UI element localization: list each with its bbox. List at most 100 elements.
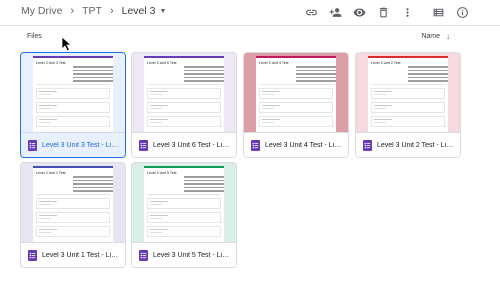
- file-name[interactable]: Level 3 Unit 6 Test - Liste...: [153, 142, 231, 149]
- divider: [371, 83, 445, 85]
- file-card-footer[interactable]: Level 3 Unit 3 Test - Liste...: [21, 132, 125, 157]
- breadcrumb-tpt[interactable]: TPT: [82, 5, 102, 17]
- details-button[interactable]: [451, 4, 474, 21]
- more-actions-button[interactable]: [396, 4, 419, 21]
- list-view-button[interactable]: [427, 4, 450, 21]
- form-question: [36, 87, 110, 99]
- caret-down-icon[interactable]: ▼: [159, 8, 166, 15]
- google-forms-icon: [28, 250, 37, 261]
- divider: [147, 193, 221, 195]
- drive-header: My Drive › TPT › Level 3 ▼: [0, 0, 500, 26]
- file-name[interactable]: Level 3 Unit 1 Test - Liste...: [42, 252, 120, 259]
- form-preview-title: Level 3 Unit 1 Test: [36, 171, 66, 175]
- google-forms-icon: [139, 250, 148, 261]
- file-name[interactable]: Level 3 Unit 3 Test - Liste...: [42, 142, 120, 149]
- form-preview-title: Level 3 Unit 5 Test: [147, 171, 177, 175]
- file-thumbnail[interactable]: Level 3 Unit 6 Test: [132, 53, 236, 132]
- breadcrumb-my-drive[interactable]: My Drive: [21, 5, 62, 17]
- form-accent-bar: [33, 56, 113, 58]
- form-accent-bar: [144, 166, 224, 168]
- form-question: [147, 115, 221, 127]
- form-preview: Level 3 Unit 3 Test: [33, 56, 113, 132]
- share-button[interactable]: [324, 4, 347, 21]
- form-question: [36, 115, 110, 127]
- form-preview-title: Level 3 Unit 3 Test: [36, 61, 66, 65]
- form-question: [147, 101, 221, 113]
- form-question: [147, 197, 221, 209]
- google-forms-icon: [139, 140, 148, 151]
- get-link-button[interactable]: [300, 4, 323, 21]
- form-preview-title: Level 3 Unit 2 Test: [371, 61, 401, 65]
- form-preview-title: Level 3 Unit 4 Test: [259, 61, 289, 65]
- form-question: [36, 225, 110, 237]
- form-question: [36, 101, 110, 113]
- form-question: [36, 211, 110, 223]
- file-name[interactable]: Level 3 Unit 5 Test - Liste...: [153, 252, 231, 259]
- file-name[interactable]: Level 3 Unit 2 Test - Liste...: [377, 142, 455, 149]
- form-question: [259, 87, 333, 99]
- more-vert-icon: [406, 8, 409, 17]
- file-card-footer[interactable]: Level 3 Unit 4 Test - Liste...: [244, 132, 348, 157]
- file-thumbnail[interactable]: Level 3 Unit 5 Test: [132, 163, 236, 242]
- file-card-footer[interactable]: Level 3 Unit 6 Test - Liste...: [132, 132, 236, 157]
- form-preview: Level 3 Unit 5 Test: [144, 166, 224, 242]
- form-preview-text: [184, 176, 224, 192]
- sort-label: Name: [421, 33, 440, 40]
- breadcrumb: My Drive › TPT › Level 3 ▼: [21, 5, 166, 17]
- divider: [259, 83, 333, 85]
- file-thumbnail[interactable]: Level 3 Unit 4 Test: [244, 53, 348, 132]
- file-name[interactable]: Level 3 Unit 4 Test - Liste...: [265, 142, 343, 149]
- google-forms-icon: [28, 140, 37, 151]
- preview-icon: [353, 8, 366, 17]
- form-preview-text: [184, 66, 224, 82]
- form-question: [371, 101, 445, 113]
- form-preview: Level 3 Unit 2 Test: [368, 56, 448, 132]
- preview-button[interactable]: [348, 4, 371, 21]
- divider: [36, 193, 110, 195]
- form-question: [147, 87, 221, 99]
- view-toggle-icon: [433, 8, 444, 17]
- toolbar-actions: [299, 4, 474, 21]
- files-section-heading: Files: [27, 33, 42, 40]
- form-accent-bar: [256, 56, 336, 58]
- google-forms-icon: [251, 140, 260, 151]
- file-card[interactable]: Level 3 Unit 6 Test Level 3 Unit 6 Test -…: [131, 52, 237, 158]
- info-icon: [457, 7, 468, 18]
- google-forms-icon: [363, 140, 372, 151]
- form-preview: Level 3 Unit 1 Test: [33, 166, 113, 242]
- file-card[interactable]: Level 3 Unit 4 Test Level 3 Unit 4 Test -…: [243, 52, 349, 158]
- file-thumbnail[interactable]: Level 3 Unit 3 Test: [21, 53, 125, 132]
- form-question: [259, 115, 333, 127]
- breadcrumb-level-3[interactable]: Level 3: [122, 5, 156, 17]
- arrow-down-icon[interactable]: ↓: [446, 32, 450, 41]
- sort-control[interactable]: Name ↓: [421, 32, 450, 41]
- remove-button[interactable]: [372, 4, 395, 21]
- file-thumbnail[interactable]: Level 3 Unit 1 Test: [21, 163, 125, 242]
- divider: [147, 83, 221, 85]
- form-accent-bar: [144, 56, 224, 58]
- trash-icon: [379, 7, 388, 18]
- file-card[interactable]: Level 3 Unit 2 Test Level 3 Unit 2 Test -…: [355, 52, 461, 158]
- file-card[interactable]: Level 3 Unit 3 Test Level 3 Unit 3 Test -…: [20, 52, 126, 158]
- file-card[interactable]: Level 3 Unit 5 Test Level 3 Unit 5 Test -…: [131, 162, 237, 268]
- file-card-footer[interactable]: Level 3 Unit 2 Test - Liste...: [356, 132, 460, 157]
- add-person-icon: [329, 8, 342, 17]
- chevron-right-icon: ›: [109, 5, 114, 17]
- form-question: [371, 115, 445, 127]
- form-accent-bar: [368, 56, 448, 58]
- form-question: [147, 225, 221, 237]
- form-preview-title: Level 3 Unit 6 Test: [147, 61, 177, 65]
- file-card[interactable]: Level 3 Unit 1 Test Level 3 Unit 1 Test -…: [20, 162, 126, 268]
- divider: [36, 83, 110, 85]
- file-thumbnail[interactable]: Level 3 Unit 2 Test: [356, 53, 460, 132]
- form-question: [36, 197, 110, 209]
- mouse-cursor-icon: [61, 36, 73, 52]
- file-card-footer[interactable]: Level 3 Unit 1 Test - Liste...: [21, 242, 125, 267]
- chevron-right-icon: ›: [70, 5, 75, 17]
- form-preview-text: [73, 176, 113, 192]
- form-question: [259, 101, 333, 113]
- form-accent-bar: [33, 166, 113, 168]
- link-icon: [306, 9, 317, 16]
- form-question: [147, 211, 221, 223]
- file-card-footer[interactable]: Level 3 Unit 5 Test - Liste...: [132, 242, 236, 267]
